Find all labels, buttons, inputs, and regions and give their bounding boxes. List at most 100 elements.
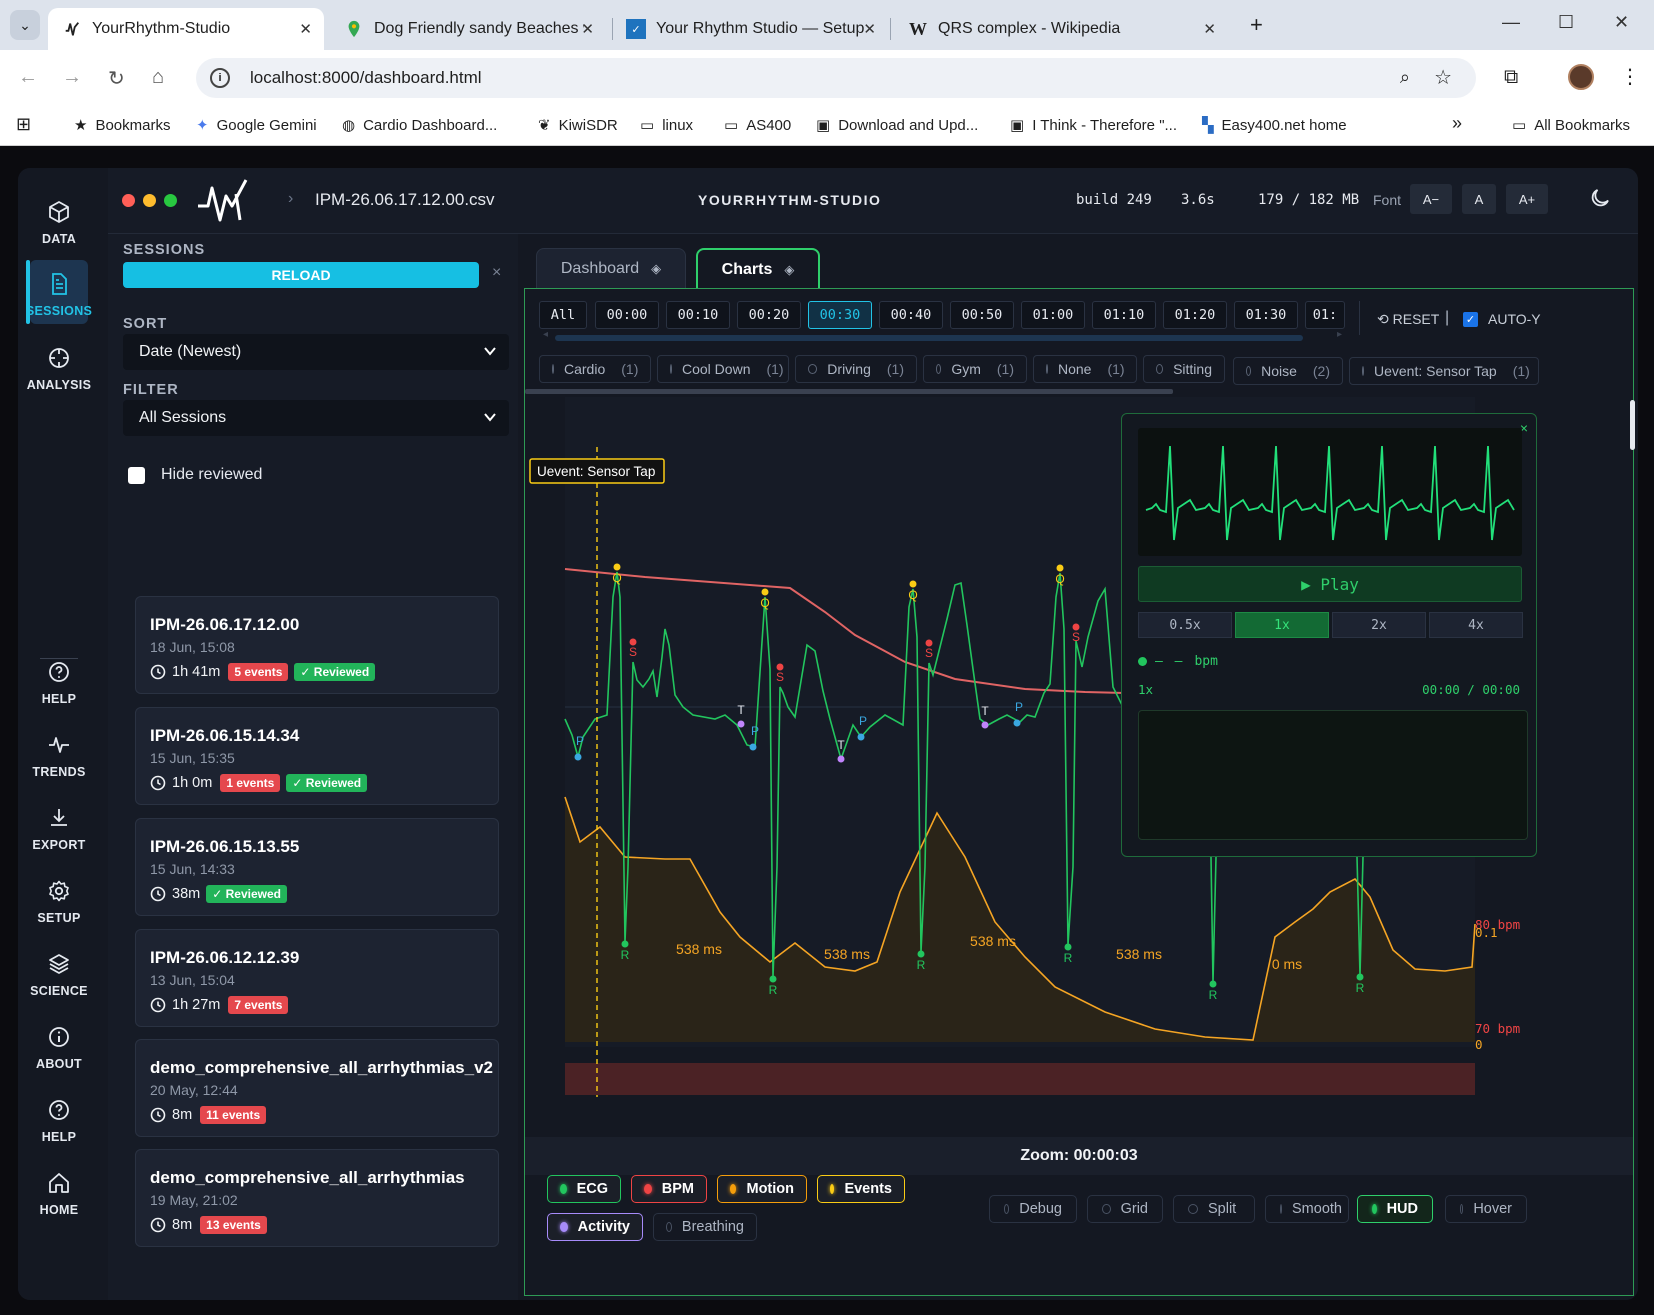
- speed-button[interactable]: 1x: [1235, 612, 1329, 638]
- auto-y-checkbox[interactable]: ✓ AUTO-Y: [1463, 311, 1541, 327]
- reload-icon[interactable]: ↻: [108, 66, 125, 91]
- speed-button[interactable]: 4x: [1429, 612, 1523, 638]
- session-card[interactable]: IPM-26.06.15.14.34 15 Jun, 15:35 1h 0m 1 …: [135, 707, 499, 805]
- close-icon[interactable]: ✕: [299, 20, 312, 38]
- bookmark-item[interactable]: ▭ linux: [640, 116, 693, 135]
- rail-item-help-2[interactable]: HELP: [18, 1098, 100, 1144]
- browser-tab-setup[interactable]: ✓ Your Rhythm Studio — Setup ✕: [612, 8, 888, 50]
- hide-reviewed-checkbox[interactable]: Hide reviewed: [128, 466, 262, 484]
- moon-icon[interactable]: [1588, 186, 1612, 210]
- rail-item-setup[interactable]: SETUP: [18, 879, 100, 925]
- minimize-icon[interactable]: —: [1502, 12, 1520, 33]
- time-button[interactable]: 00:20: [737, 301, 801, 329]
- legend-toggle[interactable]: BPM: [631, 1175, 707, 1203]
- omnibox[interactable]: i localhost:8000/dashboard.html ⌕ ☆: [196, 58, 1476, 98]
- event-chip[interactable]: Uevent: Sensor Tap (1): [1349, 357, 1539, 385]
- time-button[interactable]: 00:00: [595, 301, 659, 329]
- bookmarks-overflow-button[interactable]: »: [1452, 113, 1462, 134]
- bookmark-item[interactable]: ✦ Google Gemini: [196, 116, 317, 135]
- close-icon[interactable]: ✕: [581, 20, 594, 38]
- option-toggle[interactable]: HUD: [1357, 1195, 1433, 1223]
- bookmark-item[interactable]: ▭ AS400: [724, 116, 791, 135]
- activity-chip[interactable]: Sitting: [1143, 355, 1225, 383]
- time-button[interactable]: 01:00: [1021, 301, 1085, 329]
- tab-dashboard[interactable]: Dashboard ◈: [536, 248, 686, 290]
- close-icon[interactable]: ✕: [863, 20, 876, 38]
- option-toggle[interactable]: Smooth: [1265, 1195, 1349, 1223]
- activity-chip[interactable]: None (1): [1033, 355, 1137, 383]
- event-chip[interactable]: Noise (2): [1233, 357, 1343, 385]
- apps-grid-icon[interactable]: ⊞: [16, 114, 31, 135]
- session-card[interactable]: IPM-26.06.17.12.00 18 Jun, 15:08 1h 41m 5…: [135, 596, 499, 694]
- time-button[interactable]: 01:10: [1092, 301, 1156, 329]
- menu-kebab-icon[interactable]: ⋮: [1620, 64, 1640, 89]
- session-card[interactable]: demo_comprehensive_all_arrhythmias_v2 20…: [135, 1039, 499, 1137]
- activity-chip[interactable]: Gym (1): [923, 355, 1027, 383]
- tab-search-button[interactable]: ⌄: [10, 10, 40, 40]
- font-increase-button[interactable]: A+: [1506, 184, 1548, 214]
- reset-button[interactable]: ⟲ RESET: [1377, 311, 1439, 328]
- chip-scrollbar[interactable]: [525, 389, 1173, 394]
- time-button[interactable]: 01:30: [1234, 301, 1298, 329]
- maximize-icon[interactable]: ☐: [1558, 12, 1574, 33]
- legend-toggle[interactable]: Activity: [547, 1213, 643, 1241]
- rail-item-trends[interactable]: TRENDS: [18, 733, 100, 779]
- option-toggle[interactable]: Hover: [1445, 1195, 1527, 1223]
- extensions-icon[interactable]: ⧉: [1504, 66, 1518, 89]
- close-icon[interactable]: ✕: [1203, 20, 1216, 38]
- session-card[interactable]: IPM-26.06.12.12.39 13 Jun, 15:04 1h 27m 7…: [135, 929, 499, 1027]
- home-icon[interactable]: ⌂: [152, 66, 164, 89]
- profile-avatar[interactable]: [1568, 64, 1594, 90]
- speed-button[interactable]: 0.5x: [1138, 612, 1232, 638]
- time-button[interactable]: 00:30: [808, 301, 872, 329]
- option-toggle[interactable]: Split: [1173, 1195, 1255, 1223]
- bookmark-item[interactable]: ❦ KiwiSDR: [538, 116, 618, 135]
- time-button[interactable]: 01:: [1305, 301, 1345, 329]
- rail-item-analysis[interactable]: ANALYSIS: [18, 346, 100, 392]
- legend-toggle[interactable]: Motion: [717, 1175, 807, 1203]
- activity-chip[interactable]: Cool Down (1): [657, 355, 789, 383]
- rail-item-science[interactable]: SCIENCE: [18, 952, 100, 998]
- time-button[interactable]: 00:40: [879, 301, 943, 329]
- speed-button[interactable]: 2x: [1332, 612, 1426, 638]
- page-scrollbar[interactable]: [1630, 400, 1635, 450]
- bookmark-item[interactable]: ★ Bookmarks: [74, 116, 170, 135]
- time-button[interactable]: 00:10: [666, 301, 730, 329]
- bookmark-item[interactable]: ▣ Download and Upd...: [816, 116, 978, 135]
- option-toggle[interactable]: Debug: [989, 1195, 1077, 1223]
- back-icon[interactable]: ←: [18, 66, 38, 89]
- play-button[interactable]: ▶ Play: [1138, 566, 1522, 602]
- session-card[interactable]: demo_comprehensive_all_arrhythmias 19 Ma…: [135, 1149, 499, 1247]
- close-icon[interactable]: ×: [492, 264, 501, 282]
- bookmark-star-icon[interactable]: ☆: [1434, 65, 1452, 90]
- bookmark-item[interactable]: ◍ Cardio Dashboard...: [342, 116, 497, 135]
- scroll-right-icon[interactable]: ▸: [1337, 329, 1342, 340]
- window-minimize-dot[interactable]: [143, 194, 156, 207]
- activity-chip[interactable]: Cardio (1): [539, 355, 651, 383]
- browser-tab-yourrhythm[interactable]: YourRhythm-Studio ✕: [48, 8, 324, 50]
- rail-item-export[interactable]: EXPORT: [18, 806, 100, 852]
- window-close-icon[interactable]: ✕: [1614, 12, 1629, 33]
- rail-item-about[interactable]: ABOUT: [18, 1025, 100, 1071]
- browser-tab-wikipedia[interactable]: W QRS complex - Wikipedia ✕: [894, 8, 1228, 50]
- checkbox-checked-icon[interactable]: ✓: [1463, 311, 1478, 327]
- option-toggle[interactable]: Grid: [1087, 1195, 1163, 1223]
- site-info-icon[interactable]: i: [210, 68, 230, 88]
- scroll-left-icon[interactable]: ◂: [543, 329, 548, 340]
- reload-button[interactable]: RELOAD: [123, 262, 479, 288]
- rail-item-data[interactable]: DATA: [18, 200, 100, 246]
- time-button[interactable]: All: [539, 301, 587, 329]
- rail-item-sessions[interactable]: SESSIONS: [18, 260, 100, 324]
- bookmark-item[interactable]: ▚ Easy400.net home: [1202, 116, 1347, 135]
- window-close-dot[interactable]: [122, 194, 135, 207]
- rail-item-home[interactable]: HOME: [18, 1171, 100, 1217]
- forward-icon[interactable]: →: [62, 66, 82, 89]
- legend-toggle[interactable]: Events: [817, 1175, 905, 1203]
- new-tab-icon[interactable]: +: [1250, 12, 1263, 38]
- rail-item-help[interactable]: HELP: [18, 660, 100, 706]
- all-bookmarks-button[interactable]: ▭ All Bookmarks: [1512, 116, 1630, 135]
- bookmark-item[interactable]: ▣ I Think - Therefore "...: [1010, 116, 1177, 135]
- tab-charts[interactable]: Charts ◈: [696, 248, 820, 290]
- font-decrease-button[interactable]: A−: [1410, 184, 1452, 214]
- window-zoom-dot[interactable]: [164, 194, 177, 207]
